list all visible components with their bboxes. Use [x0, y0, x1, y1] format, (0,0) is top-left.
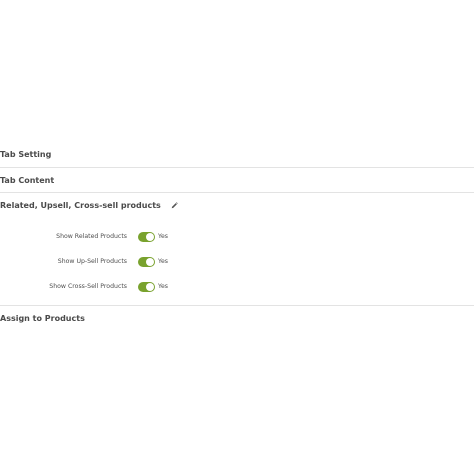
toggle-knob	[146, 233, 154, 241]
option-show-up-sell-products: Show Up-Sell Products Yes	[0, 257, 474, 269]
divider	[0, 305, 474, 306]
toggle-value: Yes	[158, 258, 168, 265]
section-tab-content-label: Tab Content	[0, 176, 55, 185]
section-assign-to-products[interactable]: Assign to Products	[0, 314, 85, 323]
toggle-value: Yes	[158, 233, 168, 240]
option-label: Show Up-Sell Products	[57, 258, 127, 265]
section-related-products[interactable]: Related, Upsell, Cross-sell products	[0, 201, 178, 211]
option-show-related-products: Show Related Products Yes	[0, 232, 474, 244]
section-tab-setting-label: Tab Setting	[0, 150, 52, 159]
option-label: Show Cross-Sell Products	[49, 283, 127, 290]
divider	[0, 192, 474, 193]
pencil-icon[interactable]	[171, 202, 178, 211]
section-assign-to-products-label: Assign to Products	[0, 314, 85, 323]
show-related-products-toggle[interactable]	[138, 232, 155, 242]
toggle-knob	[146, 283, 154, 291]
option-show-cross-sell-products: Show Cross-Sell Products Yes	[0, 282, 474, 294]
toggle-value: Yes	[158, 283, 168, 290]
show-up-sell-products-toggle[interactable]	[138, 257, 155, 267]
show-cross-sell-products-toggle[interactable]	[138, 282, 155, 292]
section-tab-setting[interactable]: Tab Setting	[0, 150, 51, 159]
option-label: Show Related Products	[56, 233, 127, 240]
section-related-products-label: Related, Upsell, Cross-sell products	[0, 201, 161, 210]
toggle-knob	[146, 258, 154, 266]
section-tab-content[interactable]: Tab Content	[0, 176, 54, 185]
divider	[0, 167, 474, 168]
page: Tab Setting Tab Content Related, Upsell,…	[0, 0, 474, 474]
